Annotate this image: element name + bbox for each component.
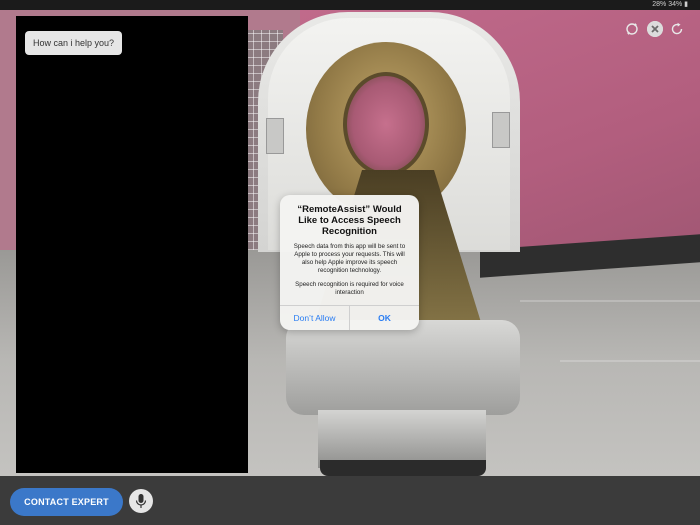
gantry-panel-left	[266, 118, 284, 154]
dialog-usage-description: Speech recognition is required for voice…	[295, 281, 404, 296]
floor-seam	[560, 360, 700, 362]
status-bar-text: 28% 34% ▮	[652, 1, 688, 8]
microphone-button[interactable]	[129, 489, 153, 513]
chat-panel	[16, 16, 248, 473]
reload-icon[interactable]	[669, 21, 685, 37]
microphone-icon	[135, 494, 147, 508]
gantry-panel-right	[492, 112, 510, 148]
ct-couch-body	[286, 320, 520, 415]
ct-bore	[343, 72, 429, 176]
ct-couch-foot	[320, 460, 486, 476]
close-icon[interactable]	[647, 21, 663, 37]
permission-dialog: “RemoteAssist” Would Like to Access Spee…	[280, 195, 419, 330]
contact-expert-button[interactable]: CONTACT EXPERT	[10, 488, 123, 516]
dont-allow-button[interactable]: Don’t Allow	[280, 306, 349, 330]
chat-bubble: How can i help you?	[25, 31, 123, 55]
dialog-button-row: Don’t Allow OK	[280, 305, 419, 330]
ok-button[interactable]: OK	[349, 306, 419, 330]
dialog-message: Speech data from this app will be sent t…	[293, 243, 406, 274]
refresh-icon[interactable]	[624, 21, 640, 37]
dialog-title: “RemoteAssist” Would Like to Access Spee…	[297, 204, 402, 237]
floor-seam	[520, 300, 700, 302]
